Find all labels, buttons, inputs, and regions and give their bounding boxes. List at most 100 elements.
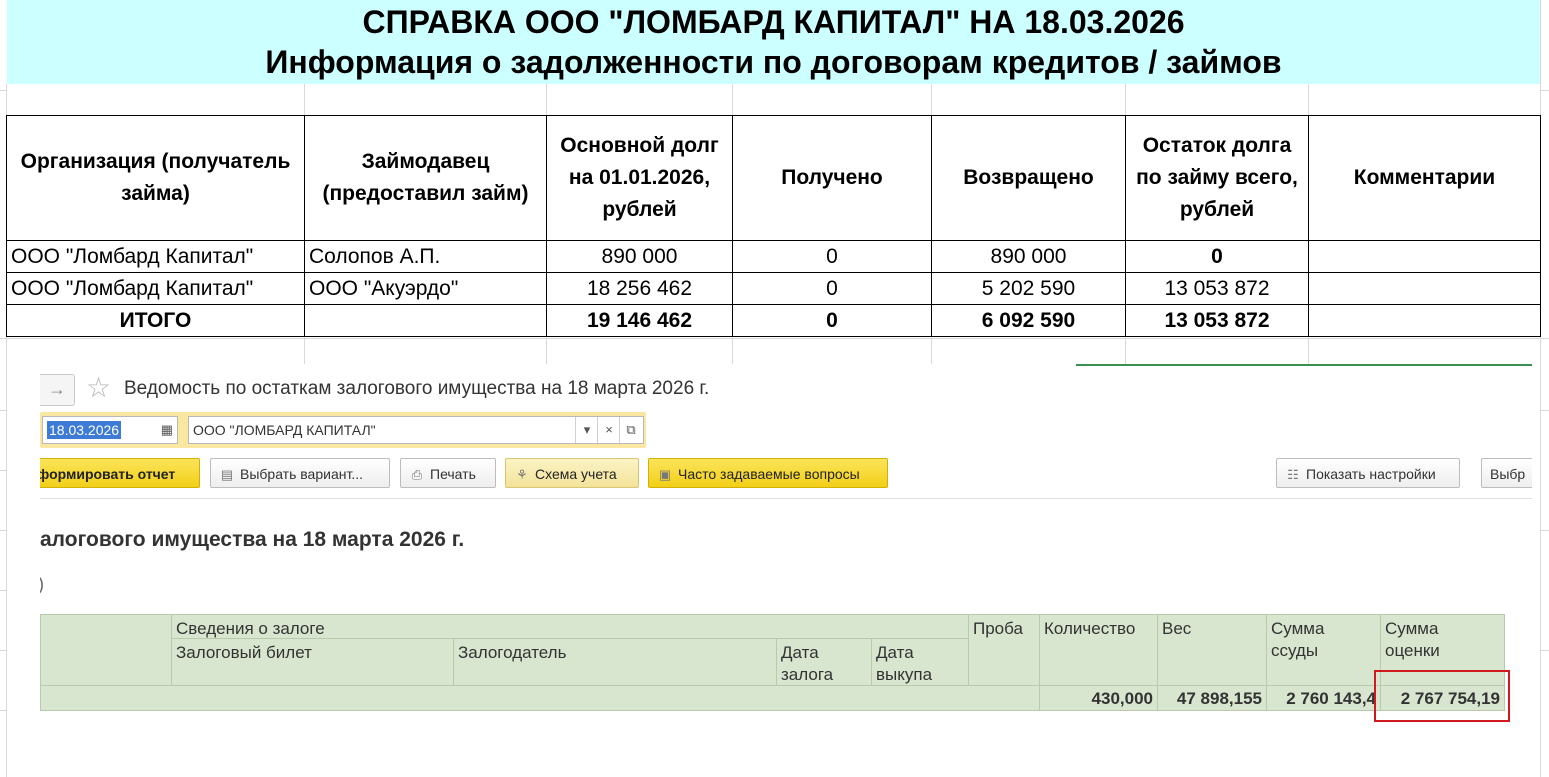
loan-sum-label: Сумма ссуды bbox=[1271, 619, 1325, 660]
cell-organization: ООО "Ломбард Капитал" bbox=[6, 240, 305, 273]
grid-line bbox=[0, 338, 1549, 339]
show-settings-label: Показать настройки bbox=[1306, 466, 1436, 482]
column-header-assay: Проба bbox=[968, 614, 1040, 686]
variant-icon: ▤ bbox=[220, 467, 234, 482]
ticket-label: Залоговый билет bbox=[176, 643, 312, 662]
filter-bar: 18.03.2026 ▦ ООО "ЛОМБАРД КАПИТАЛ" ▾ × ⧉ bbox=[40, 412, 646, 448]
print-label: Печать bbox=[430, 466, 476, 482]
column-header-organization: Организация (получатель займа) bbox=[6, 115, 305, 241]
choose-variant-label: Выбрать вариант... bbox=[240, 466, 363, 482]
open-icon[interactable]: ⧉ bbox=[619, 417, 642, 443]
grid-line bbox=[0, 710, 6, 711]
grid-line bbox=[1540, 530, 1549, 531]
pledgor-label: Залогодатель bbox=[458, 643, 567, 662]
table-total-row: ИТОГО 19 146 462 0 6 092 590 13 053 872 bbox=[6, 304, 1541, 337]
toolbar-divider bbox=[40, 498, 1532, 499]
column-header-quantity: Количество bbox=[1039, 614, 1158, 686]
cell-balance: 13 053 872 bbox=[1125, 304, 1309, 337]
grid-line bbox=[0, 650, 6, 651]
organization-value: ООО "ЛОМБАРД КАПИТАЛ" bbox=[193, 422, 376, 438]
page-title: СПРАВКА ООО "ЛОМБАРД КАПИТАЛ" НА 18.03.2… bbox=[362, 4, 1185, 40]
cell-received: 0 bbox=[732, 304, 932, 337]
grid-line bbox=[0, 590, 6, 591]
cell-organization: ООО "Ломбард Капитал" bbox=[6, 272, 305, 305]
grid-line bbox=[1540, 650, 1549, 651]
scheme-icon: ⚘ bbox=[516, 467, 528, 482]
debt-table: Организация (получатель займа) Займодаве… bbox=[6, 115, 1541, 337]
quantity-label: Количество bbox=[1044, 619, 1136, 638]
cell-lender: Солопов А.П. bbox=[304, 240, 547, 273]
grid-line bbox=[0, 90, 6, 91]
select-label: Выбр bbox=[1490, 466, 1526, 482]
star-icon[interactable]: ☆ bbox=[86, 371, 111, 405]
column-header-returned: Возвращено bbox=[931, 115, 1126, 241]
cell-returned: 6 092 590 bbox=[931, 304, 1126, 337]
cell-lender: ООО "Акуэрдо" bbox=[304, 272, 547, 305]
grid-line bbox=[1540, 90, 1549, 91]
generate-report-label: формировать отчет bbox=[40, 466, 176, 482]
cell-balance: 0 bbox=[1125, 240, 1309, 273]
grid-line bbox=[0, 530, 6, 531]
date-field[interactable]: 18.03.2026 ▦ bbox=[42, 416, 178, 444]
pledge-date-label: Дата залога bbox=[781, 643, 834, 684]
report-window: → ☆ Ведомость по остаткам залогового иму… bbox=[40, 364, 1532, 777]
accounting-scheme-button[interactable]: ⚘ Схема учета bbox=[505, 458, 639, 488]
report-heading: алогового имущества на 18 марта 2026 г. bbox=[40, 528, 465, 551]
organization-field[interactable]: ООО "ЛОМБАРД КАПИТАЛ" ▾ × ⧉ bbox=[188, 416, 644, 444]
cell-principal: 19 146 462 bbox=[546, 304, 733, 337]
highlight-box bbox=[1374, 670, 1510, 722]
table-row: ООО "Ломбард Капитал" Солопов А.П. 890 0… bbox=[6, 240, 1541, 273]
table-header-row: Организация (получатель займа) Займодаве… bbox=[6, 115, 1541, 241]
calendar-icon[interactable]: ▦ bbox=[161, 417, 173, 443]
cell-total-label: ИТОГО bbox=[6, 304, 305, 337]
cell-principal: 890 000 bbox=[546, 240, 733, 273]
column-header-pledge-date: Дата залога bbox=[776, 638, 872, 686]
column-header-pledgor: Залогодатель bbox=[453, 638, 777, 686]
forward-arrow-icon[interactable]: → bbox=[40, 374, 75, 406]
accounting-scheme-label: Схема учета bbox=[535, 466, 617, 482]
column-header-lender: Займодавец (предоставил займ) bbox=[304, 115, 547, 241]
clear-icon[interactable]: × bbox=[597, 417, 620, 443]
printer-icon: ⎙ bbox=[411, 467, 423, 482]
column-header-ticket: Залоговый билет bbox=[171, 638, 454, 686]
cell-balance: 13 053 872 bbox=[1125, 272, 1309, 305]
grid-line bbox=[0, 410, 6, 411]
column-header-redeem-date: Дата выкупа bbox=[871, 638, 969, 686]
grid-line bbox=[0, 470, 6, 471]
redeem-date-label: Дата выкупа bbox=[876, 643, 933, 684]
select-button[interactable]: Выбр bbox=[1481, 458, 1532, 488]
column-header-principal: Основной долг на 01.01.2026, рублей bbox=[546, 115, 733, 241]
weight-label: Вес bbox=[1162, 619, 1192, 638]
toolbar: формировать отчет ▤ Выбрать вариант... ⎙ П… bbox=[40, 458, 1532, 492]
choose-variant-button[interactable]: ▤ Выбрать вариант... bbox=[210, 458, 390, 488]
group-header-label: Сведения о залоге bbox=[176, 619, 325, 638]
date-value: 18.03.2026 bbox=[47, 421, 122, 439]
generate-report-button[interactable]: формировать отчет bbox=[40, 458, 200, 488]
assay-label: Проба bbox=[973, 619, 1023, 638]
chevron-down-icon[interactable]: ▾ bbox=[575, 417, 598, 443]
table-row: ООО "Ломбард Капитал" ООО "Акуэрдо" 18 2… bbox=[6, 272, 1541, 305]
valuation-sum-label: Сумма оценки bbox=[1385, 619, 1440, 660]
column-header-balance: Остаток долга по займу всего, рублей bbox=[1125, 115, 1309, 241]
total-loan-sum: 2 760 143,4 bbox=[1266, 685, 1381, 711]
cell-received: 0 bbox=[732, 272, 932, 305]
column-header-loan-sum: Сумма ссуды bbox=[1266, 614, 1381, 686]
total-weight: 47 898,155 bbox=[1157, 685, 1267, 711]
cell-lender bbox=[304, 304, 547, 337]
grid-line bbox=[1540, 410, 1549, 411]
faq-label: Часто задаваемые вопросы bbox=[678, 466, 860, 482]
cell-comment bbox=[1308, 304, 1541, 337]
column-header-weight: Вес bbox=[1157, 614, 1267, 686]
show-settings-button[interactable]: ☷ Показать настройки bbox=[1276, 458, 1460, 488]
settings-icon: ☷ bbox=[1287, 467, 1299, 482]
grid-group-header: Сведения о залоге bbox=[171, 614, 969, 639]
column-header-comment: Комментарии bbox=[1308, 115, 1541, 241]
cell-comment bbox=[1308, 240, 1541, 273]
cell-returned: 5 202 590 bbox=[931, 272, 1126, 305]
total-quantity: 430,000 bbox=[1039, 685, 1158, 711]
faq-button[interactable]: ▣ Часто задаваемые вопросы bbox=[648, 458, 888, 488]
cell-returned: 890 000 bbox=[931, 240, 1126, 273]
print-button[interactable]: ⎙ Печать bbox=[400, 458, 496, 488]
grid-header-cell bbox=[40, 614, 172, 686]
help-icon: ▣ bbox=[658, 467, 672, 482]
